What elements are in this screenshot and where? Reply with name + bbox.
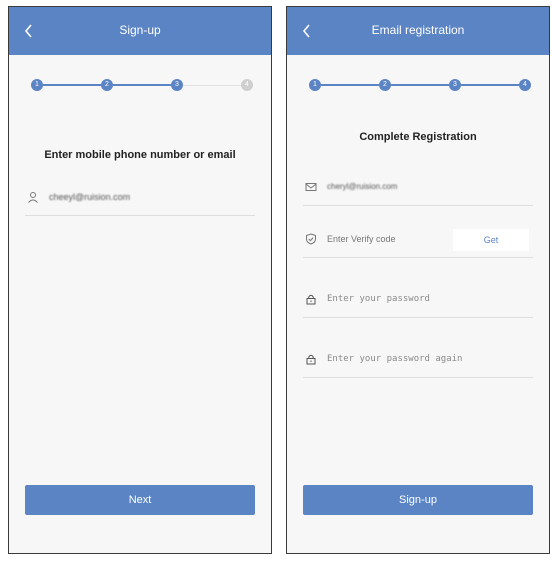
- phone-email-field[interactable]: cheeyl@ruision.com: [25, 181, 255, 216]
- password-field[interactable]: Enter your password: [303, 283, 533, 318]
- step-connector: [43, 84, 101, 86]
- step-connector: [113, 84, 171, 86]
- email-value: cheryl@ruision.com: [327, 182, 398, 191]
- password-again-placeholder: Enter your password again: [327, 354, 463, 364]
- verify-code-placeholder: Enter Verify code: [327, 234, 396, 244]
- lock-icon: [306, 294, 316, 305]
- password-placeholder: Enter your password: [327, 294, 430, 304]
- next-button[interactable]: Next: [25, 485, 255, 515]
- lock-icon: [306, 354, 316, 365]
- header-bar: Email registration: [287, 7, 549, 55]
- verify-code-field[interactable]: Enter Verify code Get: [303, 223, 533, 258]
- step-3: 3: [171, 79, 183, 91]
- step-1: 1: [309, 79, 321, 91]
- step-connector: [391, 84, 449, 86]
- shield-check-icon: [306, 233, 316, 245]
- user-icon: [28, 192, 38, 203]
- progress-stepper: 1 2 3 4: [31, 79, 253, 91]
- step-4: 4: [519, 79, 531, 91]
- phone-email-value: cheeyl@ruision.com: [49, 192, 131, 202]
- step-1: 1: [31, 79, 43, 91]
- step-2: 2: [101, 79, 113, 91]
- step-connector: [461, 84, 519, 86]
- page-title: Enter mobile phone number or email: [44, 149, 236, 161]
- get-code-button[interactable]: Get: [453, 229, 529, 251]
- progress-stepper: 1 2 3 4: [309, 79, 531, 91]
- email-field[interactable]: cheryl@ruision.com: [303, 171, 533, 206]
- header-bar: Sign-up: [9, 7, 271, 55]
- mail-icon: [305, 183, 317, 191]
- step-2: 2: [379, 79, 391, 91]
- step-connector: [183, 85, 241, 86]
- step-3: 3: [449, 79, 461, 91]
- signup-button[interactable]: Sign-up: [303, 485, 533, 515]
- password-again-field[interactable]: Enter your password again: [303, 343, 533, 378]
- page-title: Complete Registration: [359, 131, 477, 143]
- step-connector: [321, 84, 379, 86]
- header-title: Email registration: [371, 23, 465, 37]
- header-title: Sign-up: [119, 23, 161, 37]
- signup-screen: Sign-up 1 2 3 4 Enter mobile phone numbe…: [8, 6, 272, 554]
- email-registration-screen: Email registration 1 2 3 4 Complete Regi…: [286, 6, 550, 554]
- step-4: 4: [241, 79, 253, 91]
